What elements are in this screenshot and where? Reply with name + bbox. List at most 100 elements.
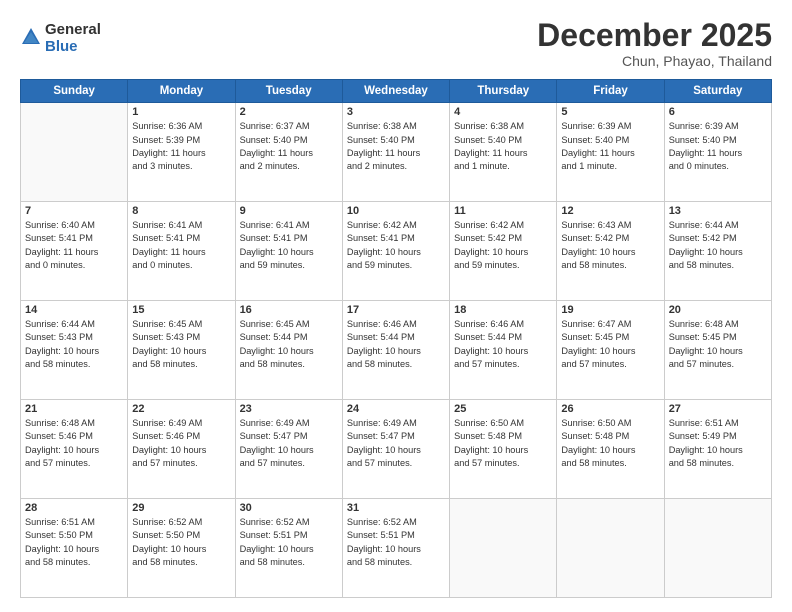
- calendar-cell: 2Sunrise: 6:37 AMSunset: 5:40 PMDaylight…: [235, 103, 342, 202]
- calendar-cell: 23 Sunrise: 6:49 AMSunset: 5:47 PMDayligh…: [235, 400, 342, 499]
- calendar-week-4: 28 Sunrise: 6:51 AMSunset: 5:50 PMDayligh…: [21, 499, 772, 598]
- calendar-cell: [21, 103, 128, 202]
- day-info: Sunrise: 6:50 AMSunset: 5:48 PMDaylight:…: [561, 417, 659, 470]
- header-saturday: Saturday: [664, 80, 771, 103]
- calendar-cell: 29Sunrise: 6:52 AMSunset: 5:50 PMDayligh…: [128, 499, 235, 598]
- calendar-cell: 16 Sunrise: 6:45 AMSunset: 5:44 PMDayligh…: [235, 301, 342, 400]
- day-number: 25: [454, 403, 552, 415]
- logo-icon: [20, 26, 42, 48]
- header-wednesday: Wednesday: [342, 80, 449, 103]
- calendar-cell: 18 Sunrise: 6:46 AMSunset: 5:44 PMDayligh…: [450, 301, 557, 400]
- calendar-cell: 5 Sunrise: 6:39 AMSunset: 5:40 PMDaylight…: [557, 103, 664, 202]
- location: Chun, Phayao, Thailand: [537, 53, 772, 69]
- calendar-cell: 12Sunrise: 6:43 AMSunset: 5:42 PMDayligh…: [557, 202, 664, 301]
- day-number: 8: [132, 205, 230, 217]
- day-info: Sunrise: 6:37 AMSunset: 5:40 PMDaylight:…: [240, 120, 338, 173]
- calendar-cell: 4 Sunrise: 6:38 AMSunset: 5:40 PMDaylight…: [450, 103, 557, 202]
- day-info: Sunrise: 6:44 AMSunset: 5:42 PMDaylight:…: [669, 219, 767, 272]
- header-monday: Monday: [128, 80, 235, 103]
- calendar-cell: 13Sunrise: 6:44 AMSunset: 5:42 PMDayligh…: [664, 202, 771, 301]
- day-info: Sunrise: 6:48 AMSunset: 5:45 PMDaylight:…: [669, 318, 767, 371]
- day-info: Sunrise: 6:47 AMSunset: 5:45 PMDaylight:…: [561, 318, 659, 371]
- day-info: Sunrise: 6:38 AMSunset: 5:40 PMDaylight:…: [347, 120, 445, 173]
- day-number: 5: [561, 106, 659, 118]
- calendar-cell: 1 Sunrise: 6:36 AMSunset: 5:39 PMDaylight…: [128, 103, 235, 202]
- day-number: 6: [669, 106, 767, 118]
- calendar-cell: 7 Sunrise: 6:40 AMSunset: 5:41 PMDaylight…: [21, 202, 128, 301]
- logo-blue-text: Blue: [45, 39, 101, 56]
- calendar-table: Sunday Monday Tuesday Wednesday Thursday…: [20, 79, 772, 598]
- day-info: Sunrise: 6:46 AMSunset: 5:44 PMDaylight:…: [347, 318, 445, 371]
- calendar-week-0: 1 Sunrise: 6:36 AMSunset: 5:39 PMDaylight…: [21, 103, 772, 202]
- day-info: Sunrise: 6:49 AMSunset: 5:47 PMDaylight:…: [240, 417, 338, 470]
- day-info: Sunrise: 6:51 AMSunset: 5:49 PMDaylight:…: [669, 417, 767, 470]
- day-info: Sunrise: 6:52 AMSunset: 5:51 PMDaylight:…: [347, 516, 445, 569]
- day-number: 17: [347, 304, 445, 316]
- header-tuesday: Tuesday: [235, 80, 342, 103]
- day-info: Sunrise: 6:42 AMSunset: 5:42 PMDaylight:…: [454, 219, 552, 272]
- calendar-cell: 11 Sunrise: 6:42 AMSunset: 5:42 PMDayligh…: [450, 202, 557, 301]
- day-info: Sunrise: 6:48 AMSunset: 5:46 PMDaylight:…: [25, 417, 123, 470]
- day-number: 16: [240, 304, 338, 316]
- calendar-cell: [664, 499, 771, 598]
- day-number: 1: [132, 106, 230, 118]
- day-number: 23: [240, 403, 338, 415]
- day-info: Sunrise: 6:41 AMSunset: 5:41 PMDaylight:…: [240, 219, 338, 272]
- calendar-cell: 14Sunrise: 6:44 AMSunset: 5:43 PMDayligh…: [21, 301, 128, 400]
- day-info: Sunrise: 6:38 AMSunset: 5:40 PMDaylight:…: [454, 120, 552, 173]
- day-number: 19: [561, 304, 659, 316]
- day-info: Sunrise: 6:51 AMSunset: 5:50 PMDaylight:…: [25, 516, 123, 569]
- day-info: Sunrise: 6:42 AMSunset: 5:41 PMDaylight:…: [347, 219, 445, 272]
- day-number: 29: [132, 502, 230, 514]
- header: General Blue December 2025 Chun, Phayao,…: [20, 18, 772, 69]
- title-block: December 2025 Chun, Phayao, Thailand: [537, 18, 772, 69]
- day-number: 20: [669, 304, 767, 316]
- day-number: 9: [240, 205, 338, 217]
- day-number: 21: [25, 403, 123, 415]
- calendar-week-3: 21 Sunrise: 6:48 AMSunset: 5:46 PMDayligh…: [21, 400, 772, 499]
- day-info: Sunrise: 6:46 AMSunset: 5:44 PMDaylight:…: [454, 318, 552, 371]
- calendar-cell: 24Sunrise: 6:49 AMSunset: 5:47 PMDayligh…: [342, 400, 449, 499]
- day-info: Sunrise: 6:40 AMSunset: 5:41 PMDaylight:…: [25, 219, 123, 272]
- day-number: 30: [240, 502, 338, 514]
- calendar-cell: 8 Sunrise: 6:41 AMSunset: 5:41 PMDaylight…: [128, 202, 235, 301]
- logo: General Blue: [20, 22, 101, 55]
- header-friday: Friday: [557, 80, 664, 103]
- day-number: 7: [25, 205, 123, 217]
- calendar-cell: 3 Sunrise: 6:38 AMSunset: 5:40 PMDaylight…: [342, 103, 449, 202]
- calendar-cell: 10 Sunrise: 6:42 AMSunset: 5:41 PMDayligh…: [342, 202, 449, 301]
- day-number: 28: [25, 502, 123, 514]
- calendar-week-1: 7 Sunrise: 6:40 AMSunset: 5:41 PMDaylight…: [21, 202, 772, 301]
- calendar-cell: 22 Sunrise: 6:49 AMSunset: 5:46 PMDayligh…: [128, 400, 235, 499]
- calendar-cell: 25 Sunrise: 6:50 AMSunset: 5:48 PMDayligh…: [450, 400, 557, 499]
- day-info: Sunrise: 6:49 AMSunset: 5:46 PMDaylight:…: [132, 417, 230, 470]
- calendar-cell: 21 Sunrise: 6:48 AMSunset: 5:46 PMDayligh…: [21, 400, 128, 499]
- day-number: 10: [347, 205, 445, 217]
- day-info: Sunrise: 6:36 AMSunset: 5:39 PMDaylight:…: [132, 120, 230, 173]
- calendar-cell: 26 Sunrise: 6:50 AMSunset: 5:48 PMDayligh…: [557, 400, 664, 499]
- day-info: Sunrise: 6:41 AMSunset: 5:41 PMDaylight:…: [132, 219, 230, 272]
- calendar-cell: 31Sunrise: 6:52 AMSunset: 5:51 PMDayligh…: [342, 499, 449, 598]
- calendar-cell: 27Sunrise: 6:51 AMSunset: 5:49 PMDayligh…: [664, 400, 771, 499]
- day-number: 14: [25, 304, 123, 316]
- day-info: Sunrise: 6:45 AMSunset: 5:44 PMDaylight:…: [240, 318, 338, 371]
- calendar-cell: [450, 499, 557, 598]
- day-number: 3: [347, 106, 445, 118]
- logo-general-text: General: [45, 22, 101, 39]
- day-info: Sunrise: 6:43 AMSunset: 5:42 PMDaylight:…: [561, 219, 659, 272]
- calendar-cell: 6 Sunrise: 6:39 AMSunset: 5:40 PMDaylight…: [664, 103, 771, 202]
- day-number: 18: [454, 304, 552, 316]
- calendar-cell: 30Sunrise: 6:52 AMSunset: 5:51 PMDayligh…: [235, 499, 342, 598]
- month-title: December 2025: [537, 18, 772, 53]
- day-number: 4: [454, 106, 552, 118]
- day-number: 22: [132, 403, 230, 415]
- day-info: Sunrise: 6:39 AMSunset: 5:40 PMDaylight:…: [561, 120, 659, 173]
- day-info: Sunrise: 6:50 AMSunset: 5:48 PMDaylight:…: [454, 417, 552, 470]
- day-number: 24: [347, 403, 445, 415]
- day-info: Sunrise: 6:39 AMSunset: 5:40 PMDaylight:…: [669, 120, 767, 173]
- calendar-cell: [557, 499, 664, 598]
- day-number: 11: [454, 205, 552, 217]
- day-number: 26: [561, 403, 659, 415]
- calendar-week-2: 14Sunrise: 6:44 AMSunset: 5:43 PMDayligh…: [21, 301, 772, 400]
- calendar-cell: 19 Sunrise: 6:47 AMSunset: 5:45 PMDayligh…: [557, 301, 664, 400]
